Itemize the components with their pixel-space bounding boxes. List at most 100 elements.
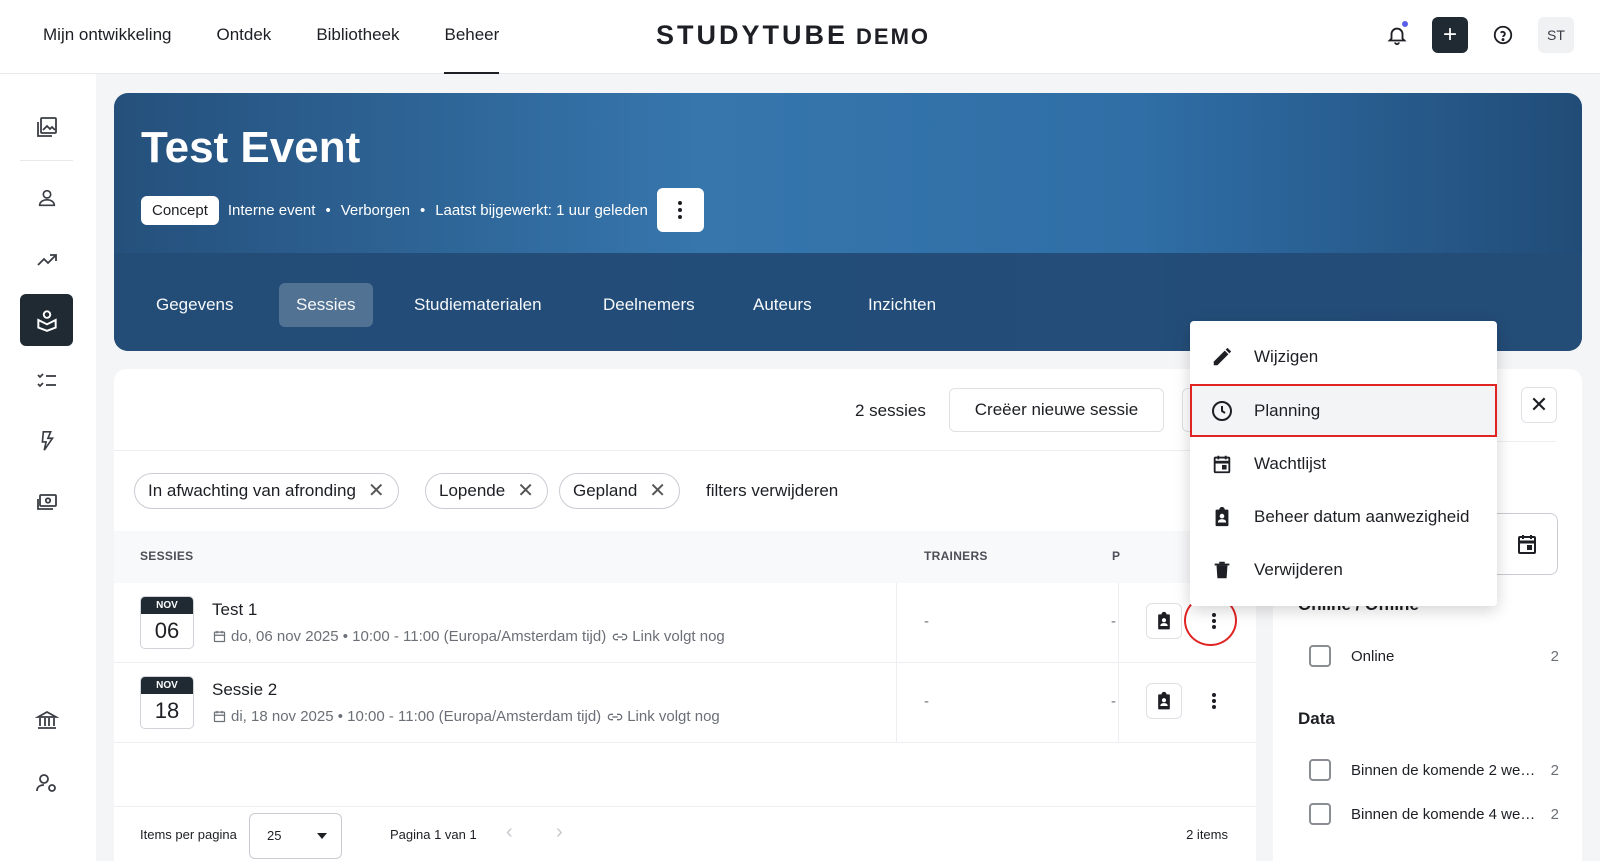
sidebar-item-organisation[interactable] xyxy=(20,694,73,746)
tab-auteurs[interactable]: Auteurs xyxy=(736,283,829,327)
chip-label: In afwachting van afronding xyxy=(148,481,356,500)
attendance-button[interactable] xyxy=(1146,603,1182,639)
tab-inzichten[interactable]: Inzichten xyxy=(851,283,953,327)
tab-deelnemers[interactable]: Deelnemers xyxy=(586,283,712,327)
divider xyxy=(896,583,897,663)
option-count: 2 xyxy=(1550,647,1559,665)
column-p[interactable]: P xyxy=(1112,549,1120,563)
notifications-button[interactable] xyxy=(1379,17,1415,53)
date-badge: NOV 18 xyxy=(140,676,194,729)
event-header: Test Event Concept Interne event • Verbo… xyxy=(114,93,1582,351)
menu-item-verwijderen[interactable]: Verwijderen xyxy=(1190,543,1497,596)
column-sessies[interactable]: SESSIES xyxy=(140,549,193,563)
user-gear-icon xyxy=(35,774,56,792)
chevron-right-icon[interactable]: › xyxy=(556,821,563,844)
date-day: 06 xyxy=(154,618,180,643)
table-header: SESSIES TRAINERS P xyxy=(114,531,1256,583)
tab-gegevens[interactable]: Gegevens xyxy=(139,283,251,327)
table-row[interactable]: NOV 06 Test 1 do, 06 nov 2025 • 10:00 - … xyxy=(114,583,1256,663)
filter-chip-ongoing[interactable]: Lopende ✕ xyxy=(425,473,548,509)
menu-item-label: Planning xyxy=(1254,400,1321,420)
event-type: Interne event xyxy=(227,201,316,219)
link-icon xyxy=(607,709,623,725)
sidebar-item-tasks[interactable] xyxy=(20,354,73,406)
create-button[interactable]: + xyxy=(1432,17,1468,53)
nav-bibliotheek[interactable]: Bibliotheek xyxy=(316,0,399,74)
option-count: 2 xyxy=(1550,761,1559,779)
close-icon: ✕ xyxy=(1529,392,1549,417)
meta-separator: • xyxy=(325,201,331,219)
tab-sessies[interactable]: Sessies xyxy=(279,283,373,327)
per-page-select[interactable]: 25 xyxy=(249,813,342,859)
menu-item-attendance[interactable]: Beheer datum aanwezigheid xyxy=(1190,490,1497,543)
page-indicator: Pagina 1 van 1 xyxy=(390,827,477,842)
menu-item-wachtlijst[interactable]: Wachtlijst xyxy=(1190,437,1497,490)
logo-suffix: DEMO xyxy=(856,24,931,49)
sidebar-item-content[interactable] xyxy=(20,101,73,153)
clear-filters-link[interactable]: filters verwijderen xyxy=(706,481,838,501)
nav-mijn-ontwikkeling[interactable]: Mijn ontwikkeling xyxy=(43,0,172,74)
calendar-icon xyxy=(212,709,227,724)
kebab-icon xyxy=(678,201,683,219)
sidebar-item-automations[interactable] xyxy=(20,415,73,467)
menu-item-wijzigen[interactable]: Wijzigen xyxy=(1190,330,1497,383)
close-icon[interactable]: ✕ xyxy=(649,481,666,501)
nav-beheer[interactable]: Beheer xyxy=(444,0,499,74)
row-more-button[interactable] xyxy=(1198,685,1230,717)
plus-icon: + xyxy=(1442,21,1457,48)
nav-ontdek[interactable]: Ontdek xyxy=(217,0,272,74)
event-meta: Concept Interne event • Verborgen • Laat… xyxy=(141,188,704,232)
divider xyxy=(896,663,897,743)
filter-chip-pending[interactable]: In afwachting van afronding ✕ xyxy=(134,473,399,509)
checkbox[interactable] xyxy=(1309,645,1331,667)
checkbox[interactable] xyxy=(1309,803,1331,825)
divider xyxy=(114,450,1256,451)
brand-logo[interactable]: STUDYTUBE DEMO xyxy=(656,20,930,51)
status-badge: Concept xyxy=(141,195,219,225)
create-session-button[interactable]: Creëer nieuwe sessie xyxy=(949,388,1164,432)
filter-option-online[interactable]: Online 2 xyxy=(1309,644,1559,668)
close-icon[interactable]: ✕ xyxy=(517,481,534,501)
chip-label: Gepland xyxy=(573,481,638,500)
attendance-button[interactable] xyxy=(1146,683,1182,719)
trending-up-icon xyxy=(36,254,57,266)
filter-option-2-weeks[interactable]: Binnen de komende 2 weken 2 xyxy=(1309,758,1559,782)
sidebar-item-payments[interactable] xyxy=(20,476,73,528)
session-p: - xyxy=(1111,613,1116,630)
sidebar-item-users[interactable] xyxy=(20,172,73,224)
filter-option-4-weeks[interactable]: Binnen de komende 4 weken 2 xyxy=(1309,802,1559,826)
filter-chip-planned[interactable]: Gepland ✕ xyxy=(559,473,681,509)
sidebar-item-user-settings[interactable] xyxy=(20,757,73,809)
table-row[interactable]: NOV 18 Sessie 2 di, 18 nov 2025 • 10:00 … xyxy=(114,663,1256,743)
checkbox[interactable] xyxy=(1309,759,1331,781)
option-count: 2 xyxy=(1550,805,1559,823)
column-trainers[interactable]: TRAINERS xyxy=(924,549,988,563)
checklist-icon xyxy=(36,373,56,388)
menu-item-planning[interactable]: Planning xyxy=(1190,384,1497,437)
tab-studiematerialen[interactable]: Studiematerialen xyxy=(397,283,559,327)
chevron-left-icon[interactable]: ‹ xyxy=(506,821,513,844)
session-trainers: - xyxy=(924,613,929,630)
sidebar-item-learning[interactable] xyxy=(20,294,73,346)
menu-item-label: Verwijderen xyxy=(1254,559,1343,579)
pagination: Items per pagina 25 Pagina 1 van 1 ‹ › 2… xyxy=(114,807,1256,861)
notification-dot xyxy=(1401,20,1409,28)
help-circle-icon xyxy=(1493,25,1513,45)
close-icon[interactable]: ✕ xyxy=(368,481,385,501)
session-title[interactable]: Sessie 2 xyxy=(212,680,277,700)
link-icon xyxy=(612,629,628,645)
sidebar-item-analytics[interactable] xyxy=(20,234,73,286)
per-page-label: Items per pagina xyxy=(140,827,237,842)
chip-label: Lopende xyxy=(439,481,506,500)
user-avatar[interactable]: ST xyxy=(1538,17,1574,53)
help-button[interactable] xyxy=(1485,17,1521,53)
session-datetime: di, 18 nov 2025 • 10:00 - 11:00 (Europa/… xyxy=(231,708,602,725)
session-link: Link volgt nog xyxy=(632,628,725,645)
meta-separator: • xyxy=(419,201,426,219)
event-more-button[interactable] xyxy=(656,188,704,232)
clock-icon xyxy=(1210,399,1234,423)
divider xyxy=(1118,663,1119,743)
session-title[interactable]: Test 1 xyxy=(212,600,257,620)
close-filter-button[interactable]: ✕ xyxy=(1521,387,1557,423)
session-link: Link volgt nog xyxy=(627,708,720,725)
